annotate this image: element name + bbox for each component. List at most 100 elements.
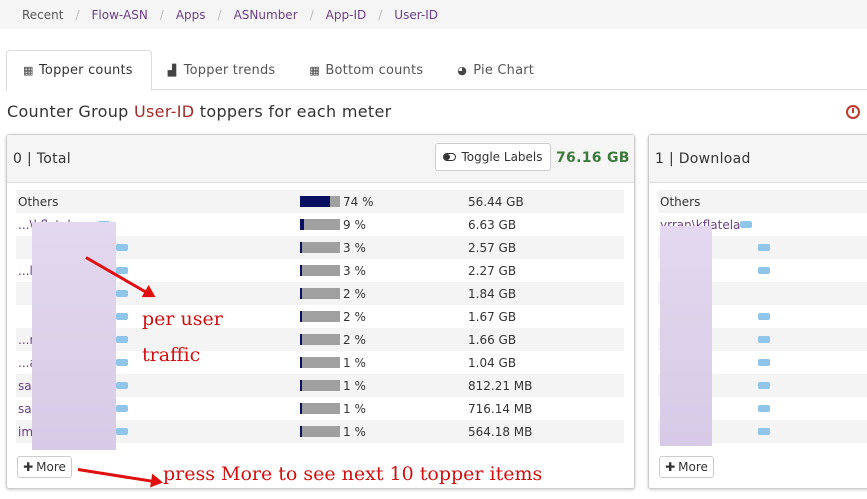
- breadcrumb-separator: /: [217, 7, 222, 22]
- percent-bar-fill: [300, 380, 302, 391]
- table-row: Others: [658, 190, 867, 213]
- tab-label: Topper trends: [183, 62, 276, 78]
- percent-bar-fill: [300, 426, 302, 437]
- percent-bar: [300, 196, 340, 207]
- user-name: Others: [18, 194, 59, 209]
- table-icon: ▦: [309, 63, 320, 77]
- percent-bar-fill: [300, 334, 302, 345]
- volume-value: 2.57 GB: [468, 240, 517, 255]
- toggle-labels-button[interactable]: Toggle Labels: [435, 143, 551, 171]
- tab-bottom-counts[interactable]: ▦ Bottom counts: [293, 50, 441, 90]
- network-icon: [758, 359, 770, 366]
- network-icon: [116, 336, 128, 343]
- percent-bar: [300, 380, 340, 391]
- percent-bar-fill: [300, 196, 330, 207]
- network-icon: [740, 221, 752, 228]
- panel-title: 1 | Download: [655, 151, 751, 167]
- network-icon: [116, 267, 128, 274]
- breadcrumb-asnumber[interactable]: ASNumber: [234, 8, 298, 22]
- network-icon: [758, 336, 770, 343]
- redaction-block: [32, 222, 116, 450]
- toggle-icon: [443, 153, 457, 161]
- network-icon: [758, 267, 770, 274]
- more-button[interactable]: ✚ More: [17, 456, 72, 478]
- breadcrumb-recent[interactable]: Recent: [22, 8, 63, 22]
- breadcrumb-separator: /: [378, 7, 383, 22]
- percent-bar: [300, 426, 340, 437]
- network-icon: [116, 382, 128, 389]
- percent-bar: [300, 403, 340, 414]
- network-icon: [116, 290, 128, 297]
- plus-icon: ✚: [23, 460, 34, 474]
- percent-bar: [300, 288, 340, 299]
- breadcrumb-separator: /: [75, 7, 80, 22]
- volume-value: 1.04 GB: [468, 355, 517, 370]
- pie-chart-icon: ◕: [457, 63, 468, 77]
- percent-value: 2 %: [343, 309, 366, 324]
- redaction-block: [660, 226, 712, 446]
- more-label: More: [36, 460, 66, 474]
- more-label: More: [678, 460, 708, 474]
- network-icon: [116, 428, 128, 435]
- network-icon: [116, 359, 128, 366]
- annotation-traffic: traffic: [142, 344, 201, 366]
- percent-bar: [300, 334, 340, 345]
- percent-bar: [300, 357, 340, 368]
- tab-label: Pie Chart: [473, 62, 535, 78]
- volume-value: 812.21 MB: [468, 378, 533, 393]
- tab-pie-chart[interactable]: ◕ Pie Chart: [441, 50, 552, 90]
- more-button[interactable]: ✚ More: [659, 456, 714, 478]
- user-name[interactable]: sa: [18, 379, 32, 393]
- percent-value: 9 %: [343, 217, 366, 232]
- network-icon: [116, 405, 128, 412]
- percent-bar-fill: [300, 219, 304, 230]
- percent-value: 2 %: [343, 332, 366, 347]
- breadcrumb-user-id[interactable]: User-ID: [394, 8, 438, 22]
- volume-value: 1.66 GB: [468, 332, 517, 347]
- view-tabs: ▦ Topper counts ▟ Topper trends ▦ Bottom…: [6, 50, 867, 91]
- tab-label: Topper counts: [39, 63, 133, 78]
- network-icon: [758, 382, 770, 389]
- percent-bar-fill: [300, 288, 302, 299]
- percent-bar: [300, 242, 340, 253]
- volume-value: 564.18 MB: [468, 424, 533, 439]
- annotation-press-more: press More to see next 10 topper items: [163, 463, 543, 485]
- breadcrumb: Recent / Flow-ASN / Apps / ASNumber / Ap…: [0, 0, 867, 29]
- network-icon: [758, 313, 770, 320]
- network-icon: [758, 244, 770, 251]
- panel-total-value: 76.16 GB: [556, 150, 630, 166]
- percent-value: 1 %: [343, 424, 366, 439]
- breadcrumb-separator: /: [159, 7, 164, 22]
- plus-icon: ✚: [665, 460, 676, 474]
- breadcrumb-apps[interactable]: Apps: [176, 8, 206, 22]
- percent-value: 3 %: [343, 240, 366, 255]
- percent-bar-fill: [300, 265, 302, 276]
- annotation-per-user: per user: [142, 308, 223, 330]
- toggle-labels-label: Toggle Labels: [461, 150, 543, 164]
- network-icon: [116, 244, 128, 251]
- percent-value: 1 %: [343, 355, 366, 370]
- heading-prefix: Counter Group: [7, 102, 135, 121]
- percent-value: 3 %: [343, 263, 366, 278]
- percent-bar-fill: [300, 311, 302, 322]
- counter-group-name: User-ID: [134, 102, 195, 121]
- tab-topper-trends[interactable]: ▟ Topper trends: [152, 50, 294, 90]
- percent-bar: [300, 311, 340, 322]
- volume-value: 2.27 GB: [468, 263, 517, 278]
- breadcrumb-app-id[interactable]: App-ID: [326, 8, 367, 22]
- percent-value: 1 %: [343, 401, 366, 416]
- tab-topper-counts[interactable]: ▦ Topper counts: [6, 50, 152, 91]
- panel-title: 0 | Total: [13, 151, 71, 167]
- clock-icon[interactable]: [846, 105, 860, 119]
- network-icon: [758, 428, 770, 435]
- network-icon: [116, 313, 128, 320]
- panel-header: 0 | Total Toggle Labels 76.16 GB: [7, 135, 634, 183]
- percent-bar-fill: [300, 242, 302, 253]
- breadcrumb-flow-asn[interactable]: Flow-ASN: [92, 8, 148, 22]
- percent-value: 74 %: [343, 194, 374, 209]
- user-name[interactable]: ...l: [18, 264, 33, 278]
- table-icon: ▦: [23, 64, 34, 77]
- percent-value: 1 %: [343, 378, 366, 393]
- percent-bar: [300, 265, 340, 276]
- area-chart-icon: ▟: [167, 63, 177, 77]
